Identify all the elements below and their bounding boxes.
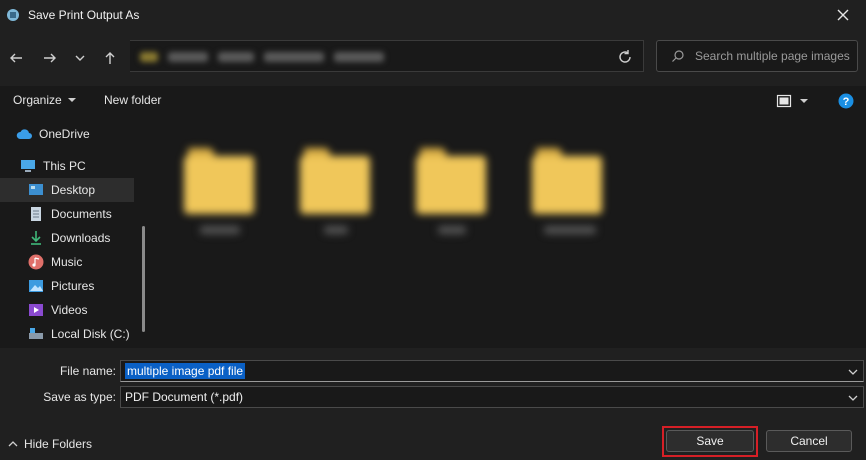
save-type-value: PDF Document (*.pdf) <box>125 390 244 404</box>
svg-text:?: ? <box>843 96 850 108</box>
organize-menu[interactable]: Organize <box>13 93 77 107</box>
search-box[interactable]: Search multiple page images <box>656 40 858 72</box>
music-icon <box>28 254 44 270</box>
sidebar-item-videos[interactable]: Videos <box>28 298 136 322</box>
folder-item[interactable] <box>520 136 612 246</box>
chevron-down-icon[interactable] <box>847 366 859 378</box>
sidebar-item-label: Downloads <box>51 231 111 245</box>
sidebar-item-label: Documents <box>51 207 112 221</box>
chevron-down-icon <box>848 395 858 401</box>
cancel-button[interactable]: Cancel <box>766 430 852 452</box>
organize-label: Organize <box>13 93 62 107</box>
pictures-icon <box>28 278 44 294</box>
folder-item[interactable] <box>288 136 380 246</box>
videos-icon <box>28 302 44 318</box>
file-list <box>152 116 866 348</box>
new-folder-label: New folder <box>104 93 162 107</box>
cloud-icon <box>16 126 32 142</box>
file-name-label: File name: <box>59 364 116 378</box>
sidebar-item-pictures[interactable]: Pictures <box>28 274 136 298</box>
navigation-pane: OneDrive This PC Desktop Documents Downl… <box>0 116 152 348</box>
refresh-icon[interactable] <box>615 47 635 67</box>
forward-arrow-icon[interactable] <box>38 46 62 70</box>
sidebar-item-label: Pictures <box>51 279 95 293</box>
back-arrow-icon[interactable] <box>4 46 28 70</box>
file-name-field[interactable]: multiple image pdf file <box>120 360 864 382</box>
address-path-blurred <box>140 49 410 65</box>
folder-item[interactable] <box>404 136 496 246</box>
view-options-icon[interactable] <box>776 93 792 109</box>
desktop-icon <box>28 182 44 198</box>
window-title: Save Print Output As <box>28 8 140 22</box>
command-bar: Organize New folder ? <box>0 86 866 116</box>
recent-locations-chevron-icon[interactable] <box>68 46 92 70</box>
sidebar-item-music[interactable]: Music <box>28 250 136 274</box>
address-bar[interactable] <box>130 40 644 72</box>
disk-icon <box>28 326 44 342</box>
sidebar-item-desktop[interactable]: Desktop <box>0 178 134 202</box>
chevron-up-icon <box>8 441 18 447</box>
sidebar-item-label: Videos <box>51 303 88 317</box>
sidebar-item-label: Desktop <box>51 183 96 197</box>
file-name-value[interactable]: multiple image pdf file <box>125 363 246 379</box>
computer-icon <box>20 158 36 174</box>
hide-folders-button[interactable]: Hide Folders <box>8 437 92 451</box>
sidebar-item-downloads[interactable]: Downloads <box>28 226 136 250</box>
search-input[interactable]: Search multiple page images <box>695 49 850 63</box>
help-icon[interactable]: ? <box>838 93 854 109</box>
sidebar-item-label: This PC <box>43 159 86 173</box>
save-type-select[interactable]: PDF Document (*.pdf) <box>120 386 864 408</box>
folder-item[interactable] <box>172 136 264 246</box>
printer-app-icon <box>5 7 21 23</box>
new-folder-button[interactable]: New folder <box>104 93 161 107</box>
save-options-panel: File name: multiple image pdf file Save … <box>0 348 866 460</box>
sidebar-item-documents[interactable]: Documents <box>28 202 136 226</box>
search-icon <box>671 49 685 63</box>
download-icon <box>28 230 44 246</box>
save-type-label: Save as type: <box>43 390 116 404</box>
chevron-down-icon <box>67 98 76 102</box>
up-arrow-icon[interactable] <box>98 46 122 70</box>
sidebar-item-this-pc[interactable]: This PC <box>20 154 136 178</box>
documents-icon <box>28 206 44 222</box>
sidebar-item-label: OneDrive <box>39 127 90 141</box>
hide-folders-label: Hide Folders <box>24 437 93 451</box>
sidebar-scrollbar[interactable] <box>142 226 145 332</box>
sidebar-item-local-disk[interactable]: Local Disk (C:) <box>28 322 136 346</box>
close-icon[interactable] <box>834 6 852 24</box>
view-chevron-down-icon[interactable] <box>798 93 814 109</box>
sidebar-item-onedrive[interactable]: OneDrive <box>16 122 136 146</box>
sidebar-item-label: Music <box>51 255 83 269</box>
save-button[interactable]: Save <box>666 430 754 452</box>
title-bar: Save Print Output As <box>0 0 866 30</box>
sidebar-item-label: Local Disk (C:) <box>51 327 130 341</box>
